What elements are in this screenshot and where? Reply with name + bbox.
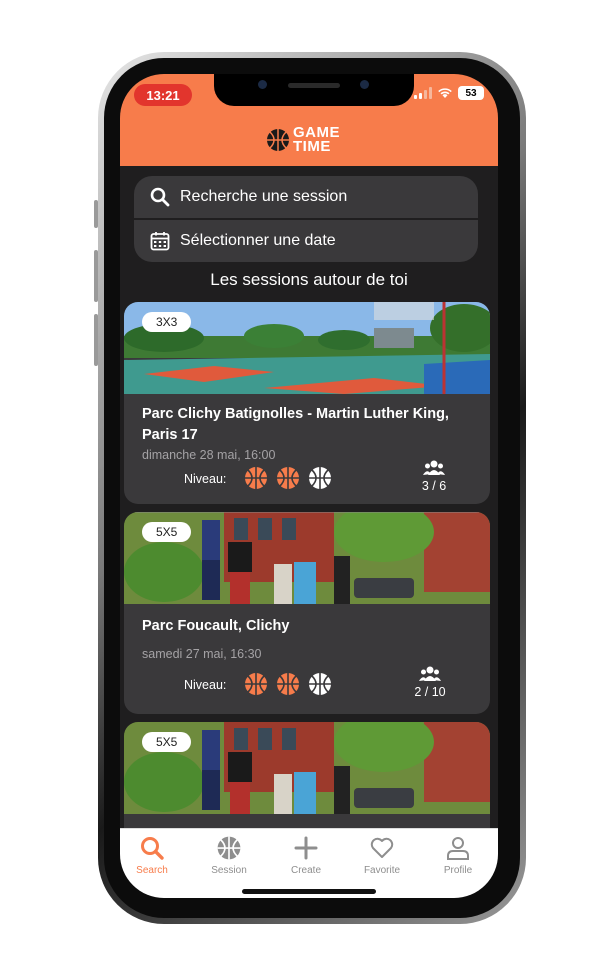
basketball-icon (309, 673, 331, 695)
basketball-icon (245, 673, 267, 695)
session-search-input[interactable]: Recherche une session (134, 176, 478, 218)
tab-label: Create (290, 865, 321, 876)
session-card[interactable]: 5X5 (124, 722, 490, 828)
format-tag: 5X5 (142, 522, 192, 542)
session-date: samedi 27 mai, 16:30 (142, 647, 262, 661)
tab-bar: Search Session Create Favorite Profile (120, 828, 498, 898)
players-count-text: 2 / 10 (414, 685, 446, 699)
session-search-placeholder: Recherche une session (180, 188, 348, 205)
tab-label: Profile (443, 865, 473, 876)
basketball-logo-icon (267, 129, 289, 151)
calendar-icon (150, 232, 170, 251)
players-count: 2 / 10 (406, 666, 454, 699)
players-count: 3 / 6 (410, 460, 458, 493)
status-time: 13:21 (134, 84, 192, 106)
tab-label: Search (136, 865, 168, 876)
level-rating (244, 672, 332, 696)
game-time-logo: GAME TIME (266, 122, 340, 158)
date-picker-placeholder: Sélectionner une date (180, 232, 336, 249)
section-title: Les sessions autour de toi (210, 270, 408, 289)
session-place: Parc Clichy Batignolles - Martin Luther … (142, 406, 449, 443)
session-place: Parc Foucault, Clichy (142, 618, 290, 634)
app-header: 13:21 53 GAME TIME (120, 74, 498, 166)
wifi-icon (438, 88, 452, 98)
format-tag: 3X3 (142, 312, 192, 332)
level-rating (244, 466, 332, 490)
tab-favorite[interactable]: Favorite (352, 835, 412, 876)
players-count-text: 3 / 6 (421, 479, 447, 493)
date-picker-field[interactable]: Sélectionner une date (134, 220, 478, 262)
tab-label: Favorite (363, 865, 401, 876)
format-tag: 5X5 (142, 732, 192, 752)
phone-mockup: 13:21 53 GAME TIME Recherche une session… (0, 0, 607, 976)
tab-label: Session (211, 865, 247, 876)
sessions-feed[interactable]: 3X3 Parc Clichy Batignolles - Martin Lut… (124, 302, 490, 828)
notch (214, 74, 414, 106)
tab-create[interactable]: Create (276, 835, 336, 876)
search-icon (141, 837, 164, 860)
court-photo: 5X5 (124, 722, 490, 814)
court-photo: 3X3 (124, 302, 490, 394)
session-card[interactable]: 5X5 Parc Foucault, Clichy samedi 27 mai,… (124, 512, 490, 714)
court-photo: 5X5 (124, 512, 490, 604)
group-icon (419, 666, 441, 681)
tab-profile[interactable]: Profile (428, 835, 488, 876)
search-icon (150, 187, 170, 207)
basketball-icon (217, 836, 241, 860)
status-icons: 53 (414, 86, 484, 100)
basketball-icon (277, 467, 299, 489)
home-indicator (242, 889, 376, 894)
basketball-icon (245, 467, 267, 489)
plus-icon (294, 836, 318, 860)
tab-session[interactable]: Session (199, 835, 259, 876)
app-screen: 13:21 53 GAME TIME Recherche une session… (120, 74, 498, 898)
level-label: Niveau: (184, 678, 227, 692)
session-date: dimanche 28 mai, 16:00 (142, 448, 276, 462)
tab-search[interactable]: Search (122, 835, 182, 876)
basketball-icon (277, 673, 299, 695)
heart-icon (370, 837, 394, 858)
user-icon (447, 837, 469, 860)
level-label: Niveau: (184, 472, 227, 486)
battery-indicator: 53 (458, 86, 484, 100)
basketball-icon (309, 467, 331, 489)
group-icon (423, 460, 445, 475)
session-card[interactable]: 3X3 Parc Clichy Batignolles - Martin Lut… (124, 302, 490, 504)
signal-icon (414, 87, 432, 99)
